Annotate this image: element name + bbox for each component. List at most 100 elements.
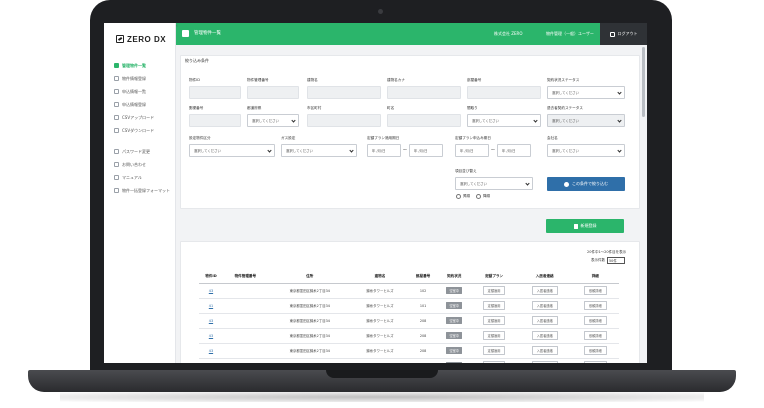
- plan-button[interactable]: 定額適用: [482, 331, 506, 340]
- room-cell: 208: [408, 343, 439, 359]
- status-badge: 空室中: [446, 362, 462, 363]
- management-no-cell: [222, 343, 268, 359]
- address-cell: 東京都墨田区錦糸2丁目34: [267, 283, 352, 299]
- col-header: 建物名: [351, 270, 409, 284]
- property-id-link[interactable]: 43: [199, 343, 223, 359]
- property-id-link[interactable]: 43: [199, 283, 223, 299]
- plan-button[interactable]: 定額適用: [482, 286, 506, 295]
- status-badge: 空室中: [446, 317, 462, 324]
- contact-button[interactable]: 入居者連絡: [531, 346, 558, 355]
- sidebar-item-manual[interactable]: マニュアル: [114, 171, 174, 184]
- sidebar-item-property-list[interactable]: 管理物件一覧: [114, 59, 174, 72]
- label-company: 会社名: [547, 136, 558, 140]
- plan-button[interactable]: 定額適用: [482, 316, 506, 325]
- property-id-link[interactable]: 41: [199, 298, 223, 314]
- city-input[interactable]: [307, 114, 381, 127]
- management-no-input[interactable]: [247, 86, 299, 99]
- radio-asc[interactable]: 昇順: [456, 194, 470, 199]
- building-kana-input[interactable]: [387, 86, 461, 99]
- postal-code-input[interactable]: [189, 114, 241, 127]
- detail-cell: 依頼詳細: [571, 298, 619, 314]
- status-badge: 空室中: [446, 287, 462, 294]
- property-type-select[interactable]: 選択してください: [189, 144, 275, 157]
- plan-period-from-input[interactable]: 年 /月/日: [367, 144, 401, 157]
- sidebar-item-application-register[interactable]: 申込情報登録: [114, 98, 174, 111]
- building-icon: [114, 63, 119, 68]
- detail-button[interactable]: 依頼詳細: [583, 301, 607, 310]
- logout-button[interactable]: ログアウト: [600, 23, 647, 45]
- company-select[interactable]: 選択してください: [547, 144, 625, 157]
- sidebar-item-password[interactable]: パスワード変更: [114, 145, 174, 158]
- room-cell: 208: [408, 328, 439, 344]
- town-input[interactable]: [387, 114, 461, 127]
- management-no-cell: [222, 358, 268, 363]
- property-id-input[interactable]: [189, 86, 241, 99]
- contact-button[interactable]: 入居者連絡: [531, 361, 558, 363]
- contact-button[interactable]: 入居者連絡: [531, 331, 558, 340]
- plan-button[interactable]: 定額適用: [482, 301, 506, 310]
- property-id-link[interactable]: 43: [199, 358, 223, 363]
- search-button[interactable]: この条件で絞り込む: [547, 177, 625, 191]
- laptop-notch: [326, 370, 438, 378]
- chevron-down-icon: [525, 181, 530, 186]
- sidebar-item-bulk-format[interactable]: 物件一括登録フォーマット: [114, 184, 174, 197]
- plan-cell: 定額適用: [470, 328, 518, 344]
- per-page-select[interactable]: 50件: [607, 257, 625, 264]
- plan-apply-from-input[interactable]: 年 /月/日: [455, 144, 489, 157]
- sort-select[interactable]: 選択してください: [455, 177, 533, 190]
- sidebar: ZERO DX 管理物件一覧 物件情報登録 申込情報一覧 申込情報登録 CSVア…: [104, 23, 176, 363]
- label-management-no: 物件管理番号: [247, 78, 269, 82]
- property-id-link[interactable]: 43: [199, 313, 223, 329]
- building-name-input[interactable]: [307, 86, 381, 99]
- status-badge: 空室中: [446, 332, 462, 339]
- sidebar-item-property-register[interactable]: 物件情報登録: [114, 72, 174, 85]
- plan-button[interactable]: 定額適用: [482, 346, 506, 355]
- app-logo[interactable]: ZERO DX: [116, 33, 172, 45]
- contact-button[interactable]: 入居者連絡: [531, 301, 558, 310]
- gas-select[interactable]: 選択してください: [281, 144, 357, 157]
- table-header-row: 物件ID 物件管理番号 住所 建物名 部屋番号 契約状況 定額プラン 入居者連絡…: [199, 270, 619, 284]
- chevron-down-icon: [267, 148, 272, 153]
- sidebar-item-application-list[interactable]: 申込情報一覧: [114, 85, 174, 98]
- room-no-input[interactable]: [467, 86, 541, 99]
- user-role: 物件管理（一般）ユーザー: [546, 31, 594, 36]
- plan-button[interactable]: 定額適用: [482, 361, 506, 363]
- radio-desc[interactable]: 降順: [476, 194, 490, 199]
- table-row: 43 東京都墨田区錦糸2丁目34 錦糸タワーヒルズ 102 空室中 定額適用 入居者連絡 依頼…: [199, 283, 619, 299]
- company-name: 株式会社 ZERO: [494, 31, 523, 36]
- table-row: 43 東京都墨田区錦糸2丁目34錦糸タワーヒルズ208 空室中 定額適用 入居者連絡 依頼…: [199, 328, 619, 344]
- detail-button[interactable]: 依頼詳細: [583, 286, 607, 295]
- contract-status-select[interactable]: 選択してください: [547, 86, 625, 99]
- detail-cell: 依頼詳細: [571, 283, 619, 299]
- label-contract-status2: 退去者契約ステータス: [547, 106, 583, 110]
- address-cell: 東京都墨田区錦糸2丁目34: [267, 298, 352, 314]
- sidebar-item-csv-download[interactable]: CSVダウンロード: [114, 124, 174, 137]
- sidebar-item-contact[interactable]: お問い合わせ: [114, 158, 174, 171]
- property-id-link[interactable]: 43: [199, 328, 223, 344]
- address-cell: 東京都墨田区錦糸2丁目34: [267, 328, 352, 344]
- scrollbar[interactable]: [642, 47, 645, 117]
- address-cell: 東京都墨田区錦糸2丁目34: [267, 358, 352, 363]
- detail-button[interactable]: 依頼詳細: [583, 361, 607, 363]
- sidebar-item-csv-upload[interactable]: CSVアップロード: [114, 111, 174, 124]
- detail-button[interactable]: 依頼詳細: [583, 316, 607, 325]
- plan-period-to-input[interactable]: 年 /月/日: [409, 144, 443, 157]
- col-header: 契約状況: [438, 270, 471, 284]
- contact-button[interactable]: 入居者連絡: [531, 286, 558, 295]
- detail-button[interactable]: 依頼詳細: [583, 346, 607, 355]
- table-body: 43 東京都墨田区錦糸2丁目34 錦糸タワーヒルズ 102 空室中 定額適用 入居者連絡 依頼…: [199, 283, 619, 363]
- collapse-sidebar-icon[interactable]: ‹: [176, 23, 181, 28]
- list-icon: [114, 89, 119, 94]
- detail-button[interactable]: 依頼詳細: [583, 331, 607, 340]
- floor-plan-select[interactable]: 選択してください: [467, 114, 541, 127]
- label-property-type: 設定物件区分: [189, 136, 211, 140]
- prefecture-select[interactable]: 選択してください: [247, 114, 299, 127]
- contact-button[interactable]: 入居者連絡: [531, 316, 558, 325]
- upload-icon: [114, 115, 119, 120]
- plan-apply-to-input[interactable]: 年 /月/日: [497, 144, 531, 157]
- new-register-button[interactable]: 新規登録: [546, 219, 624, 233]
- management-no-cell: [222, 328, 268, 344]
- chevron-down-icon: [291, 118, 296, 123]
- contract-status2-select[interactable]: 選択してください: [547, 114, 625, 127]
- register-icon: [114, 76, 119, 81]
